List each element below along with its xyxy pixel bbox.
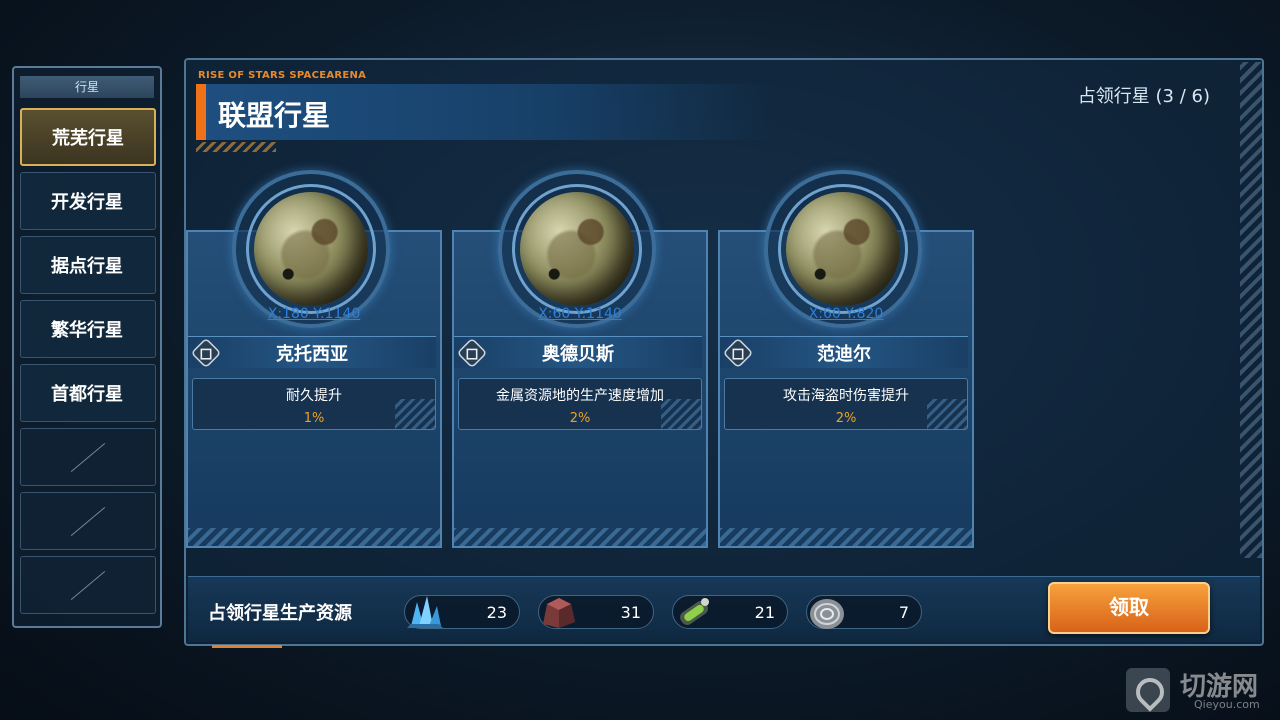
claim-button[interactable]: 领取: [1048, 582, 1210, 634]
planet-image[interactable]: [520, 192, 634, 306]
sidebar-item-developing[interactable]: 开发行星: [20, 172, 156, 230]
alloy-disc-icon: [810, 599, 844, 629]
planet-coordinate-link[interactable]: X:180 Y:1140: [186, 306, 442, 322]
game-brand-label: RISE OF STARS SPACEARENA: [198, 70, 367, 81]
empty-slot-mark: [70, 570, 106, 600]
planet-category-sidebar: 行星 荒芜行星 开发行星 据点行星 繁华行星 首都行星: [12, 66, 162, 628]
resource-slot: 21: [672, 595, 788, 629]
card-decoration: [454, 528, 706, 546]
planet-coordinate-link[interactable]: X:60 Y:820: [718, 306, 974, 322]
panel-decoration: [212, 645, 282, 648]
sidebar-empty-slot: [20, 556, 156, 614]
resource-value: 23: [486, 603, 507, 622]
resource-slot: 23: [404, 595, 520, 629]
planet-name-bar: 奥德贝斯: [454, 336, 702, 369]
planet-name-bar: 克托西亚: [188, 336, 436, 369]
sidebar-item-capital[interactable]: 首都行星: [20, 364, 156, 422]
planet-coordinate-link[interactable]: X:60 Y:1140: [452, 306, 708, 322]
alliance-planets-panel: RISE OF STARS SPACEARENA 联盟行星 占领行星 (3 / …: [184, 58, 1264, 648]
shield-icon: [456, 337, 488, 369]
empty-slot-mark: [70, 506, 106, 536]
metal-ore-icon: [543, 598, 575, 628]
site-watermark: 切游网 Qieyou.com: [1126, 664, 1278, 716]
panel-edge-decoration: [1240, 62, 1262, 558]
sidebar-item-stronghold[interactable]: 据点行星: [20, 236, 156, 294]
empty-slot-mark: [70, 442, 106, 472]
sidebar-empty-slot: [20, 428, 156, 486]
planet-effect-box: 耐久提升 1%: [192, 378, 436, 430]
planet-frame: [764, 170, 922, 328]
sidebar-header: 行星: [20, 76, 154, 98]
sidebar-item-barren[interactable]: 荒芜行星: [20, 108, 156, 166]
occupied-count: 占领行星 (3 / 6): [1077, 86, 1210, 107]
resource-slot: 31: [538, 595, 654, 629]
planet-name: 范迪尔: [817, 343, 871, 365]
shield-icon: [190, 337, 222, 369]
resource-label: 占领行星生产资源: [208, 603, 352, 624]
planet-frame: [232, 170, 390, 328]
planet-image[interactable]: [786, 192, 900, 306]
planet-effect-box: 攻击海盗时伤害提升 2%: [724, 378, 968, 430]
sidebar-empty-slot: [20, 492, 156, 550]
card-decoration: [188, 528, 440, 546]
planet-image[interactable]: [254, 192, 368, 306]
card-decoration: [720, 528, 972, 546]
page-title: 联盟行星: [218, 99, 331, 132]
planet-name-bar: 范迪尔: [720, 336, 968, 369]
resource-value: 7: [898, 603, 909, 622]
resource-value: 31: [620, 603, 641, 622]
effect-decoration: [927, 399, 967, 429]
planet-effect-box: 金属资源地的生产速度增加 2%: [458, 378, 702, 430]
crystal-icon: [407, 596, 443, 628]
effect-decoration: [395, 399, 435, 429]
title-decoration: [196, 142, 276, 152]
resource-slot: 7: [806, 595, 922, 629]
effect-decoration: [661, 399, 701, 429]
planet-name: 克托西亚: [276, 343, 348, 365]
planet-name: 奥德贝斯: [542, 343, 614, 365]
gas-canister-icon: [680, 598, 709, 625]
shield-icon: [722, 337, 754, 369]
sidebar-item-prosperous[interactable]: 繁华行星: [20, 300, 156, 358]
title-bar: 联盟行星: [196, 84, 776, 140]
resource-value: 21: [754, 603, 775, 622]
watermark-subtext: Qieyou.com: [1194, 698, 1260, 711]
watermark-logo-icon: [1126, 668, 1170, 712]
planet-frame: [498, 170, 656, 328]
